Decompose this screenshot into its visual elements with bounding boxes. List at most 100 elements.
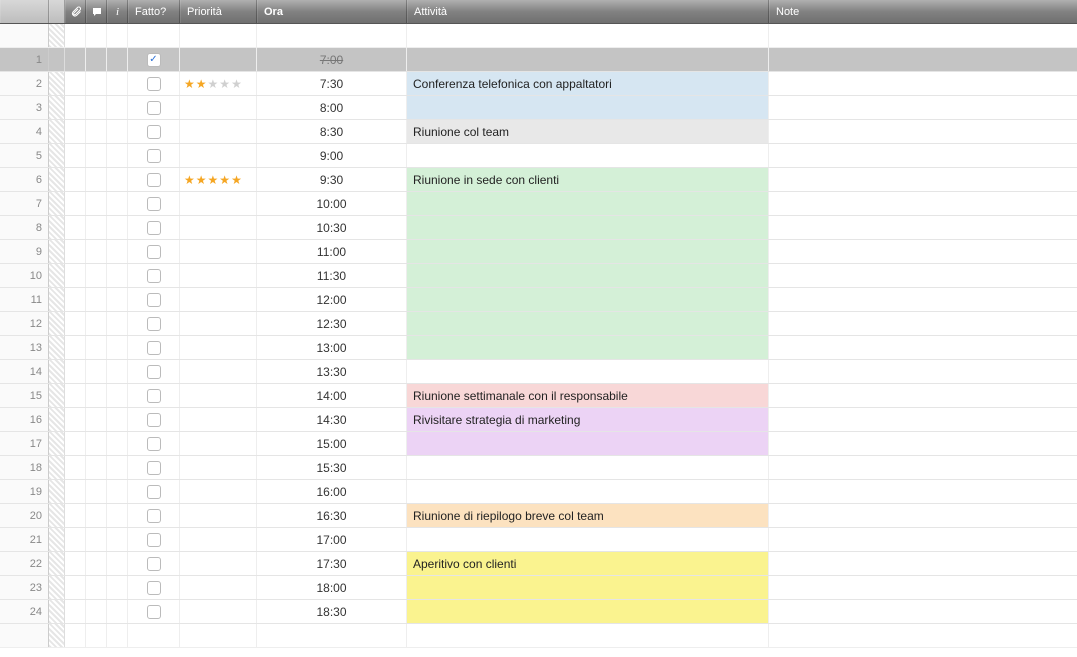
attachment-cell[interactable] <box>65 360 86 383</box>
row-number[interactable]: 20 <box>0 504 49 527</box>
table-row[interactable]: 2318:00 <box>0 576 1077 600</box>
priority-cell[interactable]: ★★★★★ <box>180 72 257 95</box>
note-cell[interactable] <box>769 144 1077 167</box>
done-checkbox[interactable] <box>147 437 161 451</box>
priority-cell[interactable] <box>180 144 257 167</box>
activity-cell[interactable] <box>407 144 769 167</box>
time-cell[interactable]: 12:00 <box>257 288 407 311</box>
table-row[interactable]: 810:30 <box>0 216 1077 240</box>
header-note[interactable]: Note <box>769 0 1077 23</box>
row-number[interactable]: 4 <box>0 120 49 143</box>
comment-cell[interactable] <box>86 96 107 119</box>
done-checkbox[interactable] <box>147 581 161 595</box>
row-number[interactable]: 10 <box>0 264 49 287</box>
table-row[interactable]: 2★★★★★7:30Conferenza telefonica con appa… <box>0 72 1077 96</box>
note-cell[interactable] <box>769 576 1077 599</box>
done-checkbox[interactable] <box>147 533 161 547</box>
priority-cell[interactable] <box>180 216 257 239</box>
done-checkbox[interactable] <box>147 485 161 499</box>
done-checkbox[interactable] <box>147 341 161 355</box>
priority-cell[interactable] <box>180 528 257 551</box>
activity-cell[interactable] <box>407 480 769 503</box>
attachment-cell[interactable] <box>65 144 86 167</box>
note-cell[interactable] <box>769 432 1077 455</box>
time-cell[interactable]: 11:00 <box>257 240 407 263</box>
time-cell[interactable]: 18:00 <box>257 576 407 599</box>
row-handle[interactable] <box>49 312 65 335</box>
info-cell[interactable] <box>107 288 128 311</box>
time-cell[interactable]: 18:30 <box>257 600 407 623</box>
activity-cell[interactable] <box>407 336 769 359</box>
info-cell[interactable] <box>107 576 128 599</box>
attachment-cell[interactable] <box>65 216 86 239</box>
done-checkbox[interactable]: ✓ <box>147 53 161 67</box>
table-row[interactable]: 2117:00 <box>0 528 1077 552</box>
info-cell[interactable] <box>107 504 128 527</box>
row-number[interactable]: 19 <box>0 480 49 503</box>
attachment-cell[interactable] <box>65 480 86 503</box>
row-handle[interactable] <box>49 48 65 71</box>
priority-cell[interactable] <box>180 240 257 263</box>
table-row[interactable]: 911:00 <box>0 240 1077 264</box>
comment-cell[interactable] <box>86 288 107 311</box>
activity-cell[interactable] <box>407 264 769 287</box>
time-cell[interactable]: 8:30 <box>257 120 407 143</box>
comment-cell[interactable] <box>86 48 107 71</box>
table-row[interactable]: 2016:30Riunione di riepilogo breve col t… <box>0 504 1077 528</box>
done-checkbox[interactable] <box>147 605 161 619</box>
row-number[interactable]: 18 <box>0 456 49 479</box>
table-row[interactable]: 16 14:30Rivisitare strategia di marketing <box>0 408 1077 432</box>
activity-cell[interactable] <box>407 576 769 599</box>
comment-cell[interactable] <box>86 384 107 407</box>
header-info[interactable]: i <box>107 0 128 23</box>
done-checkbox[interactable] <box>147 101 161 115</box>
table-row[interactable]: 59:00 <box>0 144 1077 168</box>
comment-cell[interactable] <box>86 168 107 191</box>
row-handle[interactable] <box>49 576 65 599</box>
row-number[interactable]: 8 <box>0 216 49 239</box>
comment-cell[interactable] <box>86 456 107 479</box>
header-comment[interactable] <box>86 0 107 23</box>
priority-cell[interactable] <box>180 576 257 599</box>
time-cell[interactable]: 17:30 <box>257 552 407 575</box>
attachment-cell[interactable] <box>65 120 86 143</box>
info-cell[interactable] <box>107 528 128 551</box>
row-number[interactable]: 14 <box>0 360 49 383</box>
info-cell[interactable] <box>107 456 128 479</box>
table-row[interactable]: 48:30Riunione col team <box>0 120 1077 144</box>
row-number[interactable]: 2 <box>0 72 49 95</box>
comment-cell[interactable] <box>86 72 107 95</box>
activity-cell[interactable]: Aperitivo con clienti <box>407 552 769 575</box>
time-cell[interactable]: 14:30 <box>257 408 407 431</box>
priority-cell[interactable] <box>180 456 257 479</box>
info-cell[interactable] <box>107 384 128 407</box>
row-handle[interactable] <box>49 144 65 167</box>
activity-cell[interactable]: Rivisitare strategia di marketing <box>407 408 769 431</box>
row-handle[interactable] <box>49 456 65 479</box>
time-cell[interactable]: 9:00 <box>257 144 407 167</box>
attachment-cell[interactable] <box>65 336 86 359</box>
header-priority[interactable]: Priorità <box>180 0 257 23</box>
header-done[interactable]: Fatto? <box>128 0 180 23</box>
priority-cell[interactable] <box>180 504 257 527</box>
activity-cell[interactable] <box>407 288 769 311</box>
note-cell[interactable] <box>769 480 1077 503</box>
attachment-cell[interactable] <box>65 240 86 263</box>
time-cell[interactable]: 10:00 <box>257 192 407 215</box>
row-number[interactable]: 3 <box>0 96 49 119</box>
note-cell[interactable] <box>769 240 1077 263</box>
priority-cell[interactable] <box>180 600 257 623</box>
activity-cell[interactable] <box>407 312 769 335</box>
priority-cell[interactable] <box>180 288 257 311</box>
comment-cell[interactable] <box>86 336 107 359</box>
row-number[interactable]: 16 <box>0 408 49 431</box>
header-activity[interactable]: Attività <box>407 0 769 23</box>
done-checkbox[interactable] <box>147 173 161 187</box>
activity-cell[interactable] <box>407 360 769 383</box>
time-cell[interactable]: 13:30 <box>257 360 407 383</box>
priority-cell[interactable] <box>180 384 257 407</box>
row-handle[interactable] <box>49 408 65 431</box>
table-row[interactable]: 1715:00 <box>0 432 1077 456</box>
note-cell[interactable] <box>769 312 1077 335</box>
note-cell[interactable] <box>769 360 1077 383</box>
